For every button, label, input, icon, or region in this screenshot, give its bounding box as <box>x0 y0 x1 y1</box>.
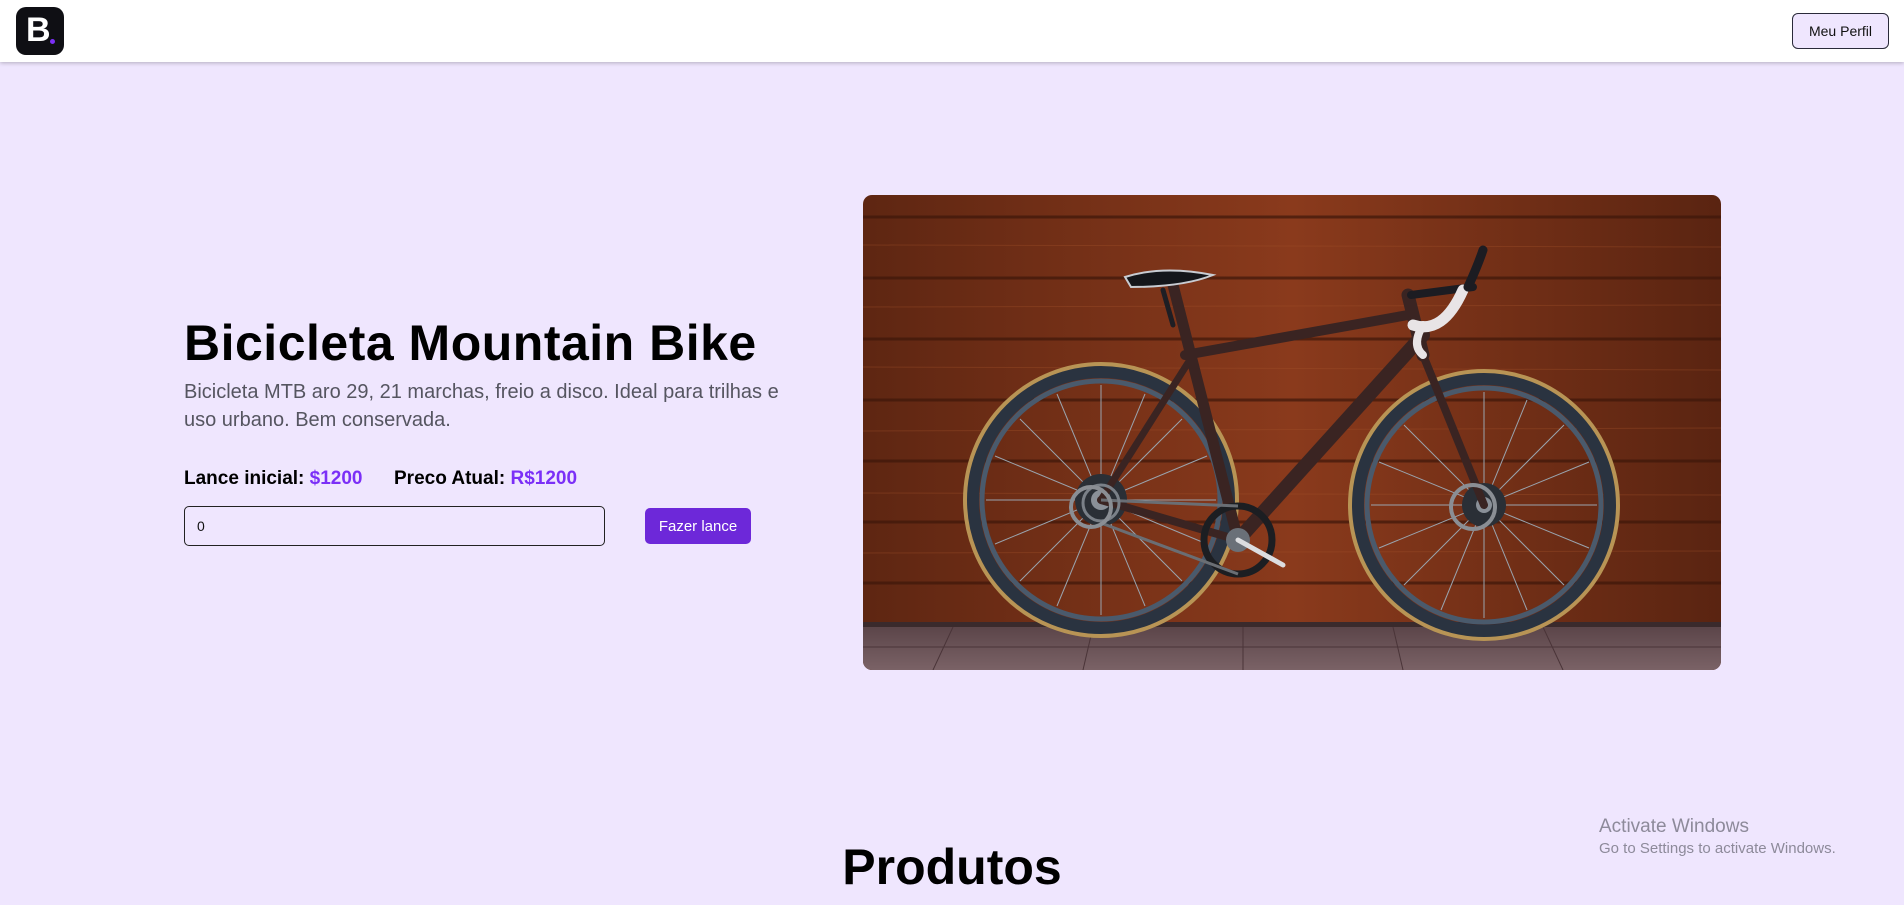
logo-dot <box>50 39 55 44</box>
current-price-label: Preco Atual: <box>394 468 506 489</box>
initial-bid: Lance inicial: $1200 <box>184 468 363 490</box>
initial-bid-label: Lance inicial: <box>184 468 305 489</box>
current-price-value: R$1200 <box>510 468 578 489</box>
profile-button[interactable]: Meu Perfil <box>1792 13 1889 49</box>
place-bid-button[interactable]: Fazer lance <box>645 508 751 544</box>
watermark-title: Activate Windows <box>1599 816 1749 837</box>
watermark-subtitle: Go to Settings to activate Windows. <box>1599 840 1836 857</box>
logo-letter: B <box>26 11 51 49</box>
bicycle-photo <box>863 195 1721 670</box>
logo[interactable]: B <box>16 7 64 55</box>
product-image <box>863 195 1721 670</box>
top-navbar: B Meu Perfil <box>0 0 1904 62</box>
current-price: Preco Atual: R$1200 <box>394 468 577 490</box>
initial-bid-value: $1200 <box>309 468 363 489</box>
windows-activation-watermark: Activate Windows Go to Settings to activ… <box>1599 815 1836 859</box>
bid-input[interactable] <box>184 506 605 546</box>
product-description: Bicicleta MTB aro 29, 21 marchas, freio … <box>184 381 779 431</box>
product-title: Bicicleta Mountain Bike <box>184 315 757 371</box>
